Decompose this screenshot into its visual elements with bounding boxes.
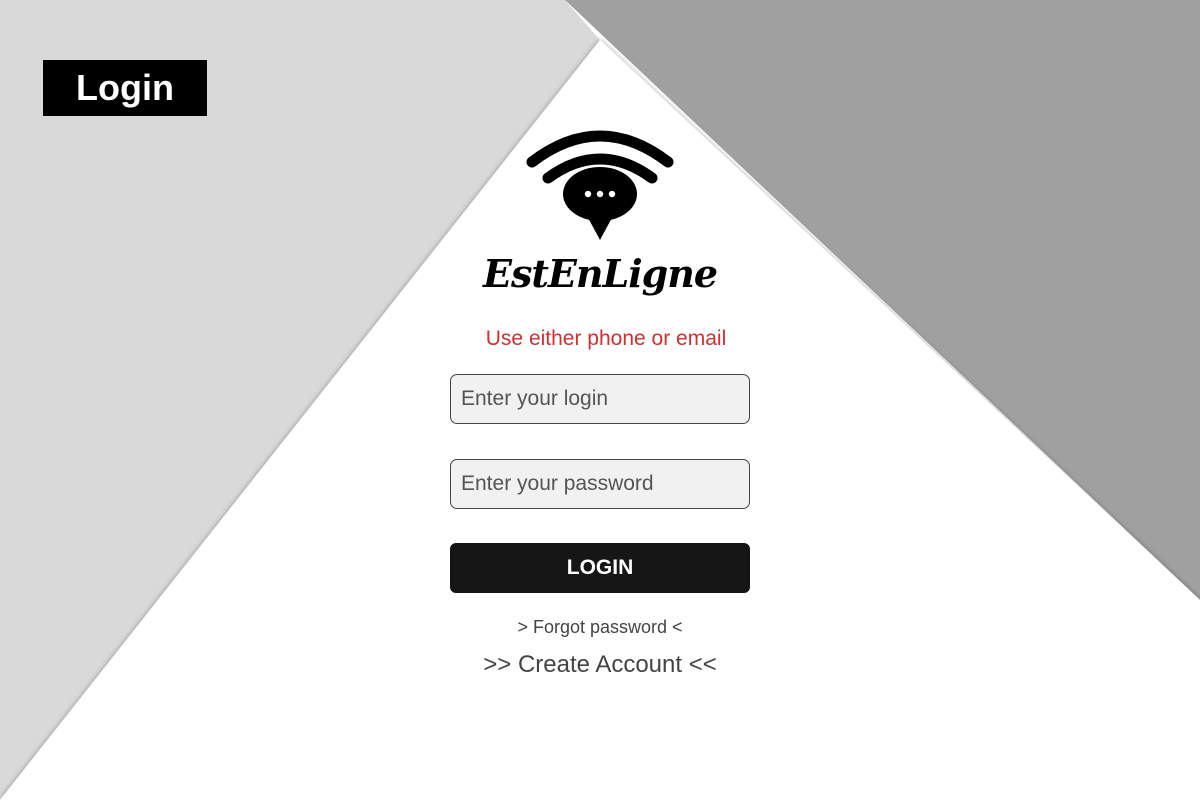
brand-name: EstEnLigne: [482, 251, 718, 296]
login-hint: Use either phone or email: [485, 327, 727, 350]
page-title-badge: Login: [43, 60, 207, 116]
wifi-chat-bubble-icon: [526, 130, 674, 240]
login-input[interactable]: [450, 374, 750, 424]
create-account-link[interactable]: >> Create Account <<: [0, 650, 1200, 680]
login-button[interactable]: LOGIN: [450, 543, 750, 593]
forgot-password-link[interactable]: > Forgot password <: [0, 615, 1200, 639]
password-input[interactable]: [450, 459, 750, 509]
